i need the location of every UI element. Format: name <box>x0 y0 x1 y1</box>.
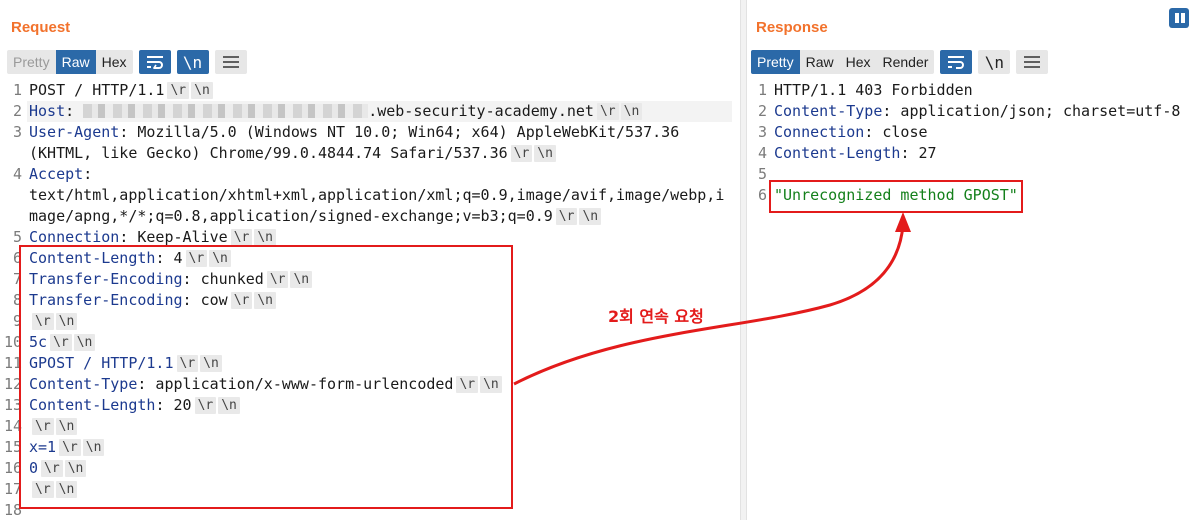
annotation-arrow <box>513 212 911 386</box>
arrow-head <box>895 212 911 232</box>
arrow-curve <box>513 224 905 386</box>
